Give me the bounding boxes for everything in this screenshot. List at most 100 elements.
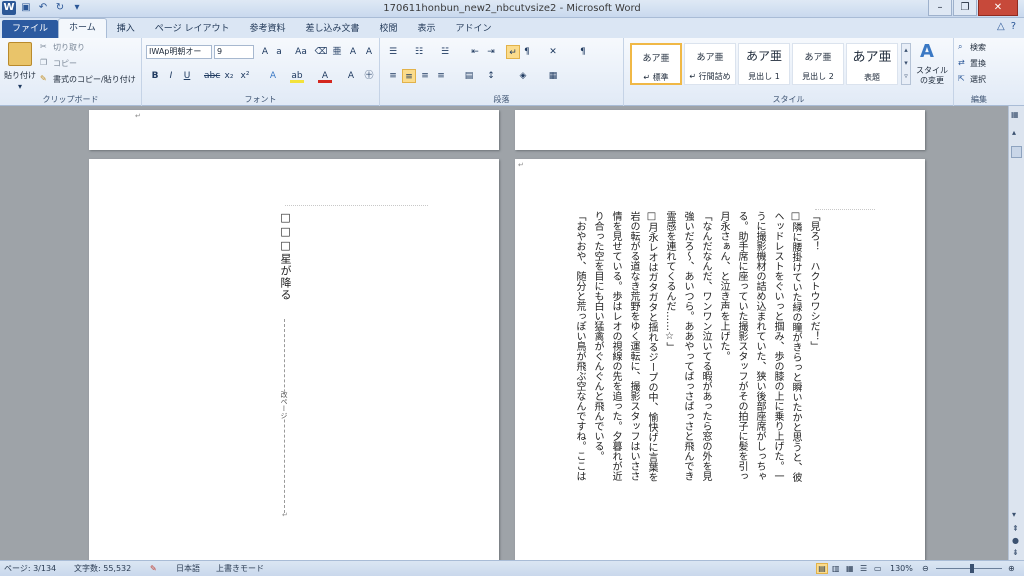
style-heading-1[interactable]: あア亜 見出し 1 [738,43,790,85]
zoom-out-icon[interactable]: ⊖ [922,561,929,576]
font-family-select[interactable]: IWAp明朝オー [146,45,212,59]
select-icon[interactable]: ⇱ [958,74,965,83]
decrease-indent-icon[interactable]: ⇤ [468,45,482,59]
text-effects-icon[interactable]: A [266,69,280,83]
numbering-icon[interactable]: ☷ [412,45,426,59]
increase-indent-icon[interactable]: ⇥ [484,45,498,59]
bold-icon[interactable]: B [148,69,162,83]
find-button[interactable]: 検索 [970,42,986,53]
select-button[interactable]: 選択 [970,74,986,85]
zoom-slider[interactable] [936,568,1002,569]
sort-icon[interactable]: ✕ [546,45,560,59]
tab-page-layout[interactable]: ページ レイアウト [145,20,240,38]
italic-icon[interactable]: I [164,69,178,83]
tab-review[interactable]: 校閲 [369,20,407,38]
align-center-icon[interactable]: ≡ [402,69,416,83]
tab-view[interactable]: 表示 [408,20,446,38]
style-standard[interactable]: あア亜 ↵ 標準 [630,43,682,85]
next-page-icon[interactable]: ⇟ [1012,548,1019,557]
justify-icon[interactable]: ≡ [434,69,448,83]
proofing-icon[interactable]: ✎ [150,561,157,576]
format-painter-button[interactable]: 書式のコピー/貼り付け [53,74,136,85]
draft-view-icon[interactable]: ▭ [874,561,882,576]
font-size-select[interactable]: 9 [214,45,254,59]
page-left[interactable]: □□□星が降る 改ページ ↵ [89,159,499,560]
enclose-characters-icon[interactable]: A [362,45,376,59]
borders-icon[interactable]: ▦ [546,69,560,83]
find-icon[interactable]: ⌕ [958,42,962,52]
full-screen-view-icon[interactable]: ▥ [832,561,840,576]
line-spacing-icon[interactable]: ↕ [484,69,498,83]
replace-button[interactable]: 置換 [970,58,986,69]
cut-icon[interactable]: ✂ [40,42,47,51]
zoom-slider-thumb[interactable] [970,564,974,573]
minimize-ribbon-icon[interactable]: △ [997,21,1005,32]
zoom-level[interactable]: 130% [890,561,913,576]
scroll-thumb[interactable] [1011,146,1022,158]
tab-addins[interactable]: アドイン [446,20,502,38]
subscript-icon[interactable]: x₂ [222,69,236,83]
help-icon[interactable]: ? [1011,21,1016,32]
copy-icon[interactable]: ❐ [40,58,47,67]
paste-dropdown-icon[interactable]: ▾ [18,82,22,91]
superscript-icon[interactable]: x² [238,69,252,83]
character-shading-icon[interactable]: A [344,69,358,83]
style-no-spacing[interactable]: あア亜 ↵ 行間詰め [684,43,736,85]
paste-button[interactable]: 貼り付け [4,70,36,81]
document-workspace[interactable]: ↵ □□□星が降る 改ページ ↵ ↵ 「見ろ！ ハクトウワシだ！」 □隣に腰掛け… [0,106,1008,560]
paste-icon[interactable] [8,42,32,66]
show-marks-icon[interactable]: ¶ [576,45,590,59]
scroll-down-icon[interactable]: ▾ [1012,510,1016,519]
strikethrough-icon[interactable]: abc [204,69,220,83]
zoom-in-icon[interactable]: ⊕ [1008,561,1015,576]
change-styles-icon[interactable]: A [916,41,938,63]
change-styles-button[interactable]: スタイルの変更 [914,66,950,86]
text-direction-icon[interactable]: ↵ [506,45,520,59]
scroll-up-icon[interactable]: ▴ [1012,128,1016,137]
minimize-button[interactable]: – [928,0,952,16]
ruler-toggle-icon[interactable]: ▦ [1011,110,1019,119]
replace-icon[interactable]: ⇄ [958,58,965,67]
highlight-color-icon[interactable]: ab [290,69,304,83]
grow-font-icon[interactable]: A [258,45,272,59]
previous-page-icon[interactable]: ⇞ [1012,524,1019,533]
word-count[interactable]: 文字数: 55,532 [74,561,131,576]
change-case-icon[interactable]: Aa [294,45,308,59]
font-color-icon[interactable]: A [318,69,332,83]
clear-formatting-icon[interactable]: ⌫ [314,45,328,59]
web-layout-view-icon[interactable]: ▦ [846,561,854,576]
restore-button[interactable]: ❐ [953,0,977,16]
overtype-mode[interactable]: 上書きモード [216,561,264,576]
close-button[interactable]: ✕ [978,0,1018,16]
tab-file[interactable]: ファイル [2,20,59,38]
page-count[interactable]: ページ: 3/134 [4,561,56,576]
enclosed-character-icon[interactable]: ㊉ [362,69,376,83]
bullets-icon[interactable]: ☰ [386,45,400,59]
align-left-icon[interactable]: ≡ [386,69,400,83]
shading-icon[interactable]: ◈ [516,69,530,83]
tab-references[interactable]: 参考資料 [239,20,295,38]
outline-view-icon[interactable]: ☰ [860,561,867,576]
style-heading-2[interactable]: あア亜 見出し 2 [792,43,844,85]
browse-object-icon[interactable]: ● [1012,536,1019,545]
cut-button[interactable]: 切り取り [53,42,85,53]
style-title[interactable]: あア亜 表題 [846,43,898,85]
vertical-scrollbar[interactable]: ▦ ▴ ▾ ⇞ ● ⇟ [1008,106,1024,560]
tab-mailings[interactable]: 差し込み文書 [295,20,369,38]
shrink-font-icon[interactable]: a [272,45,286,59]
align-right-icon[interactable]: ≡ [418,69,432,83]
styles-gallery-scroll[interactable]: ▴ ▾ ▿ [901,43,911,85]
distributed-icon[interactable]: ▤ [462,69,476,83]
asian-layout-icon[interactable]: ¶ [520,45,534,59]
multilevel-list-icon[interactable]: ☱ [438,45,452,59]
page-right[interactable]: ↵ 「見ろ！ ハクトウワシだ！」 □隣に腰掛けていた緑の瞳がきらっと瞬いたかと思… [515,159,925,560]
phonetic-guide-icon[interactable]: 亜 [330,45,344,59]
underline-icon[interactable]: U [180,69,194,83]
character-border-icon[interactable]: A [346,45,360,59]
format-painter-icon[interactable]: ✎ [40,74,47,83]
copy-button[interactable]: コピー [53,58,77,69]
tab-home[interactable]: ホーム [58,18,107,38]
print-layout-view-icon[interactable]: ▤ [816,563,828,574]
language-indicator[interactable]: 日本語 [176,561,200,576]
tab-insert[interactable]: 挿入 [107,20,145,38]
